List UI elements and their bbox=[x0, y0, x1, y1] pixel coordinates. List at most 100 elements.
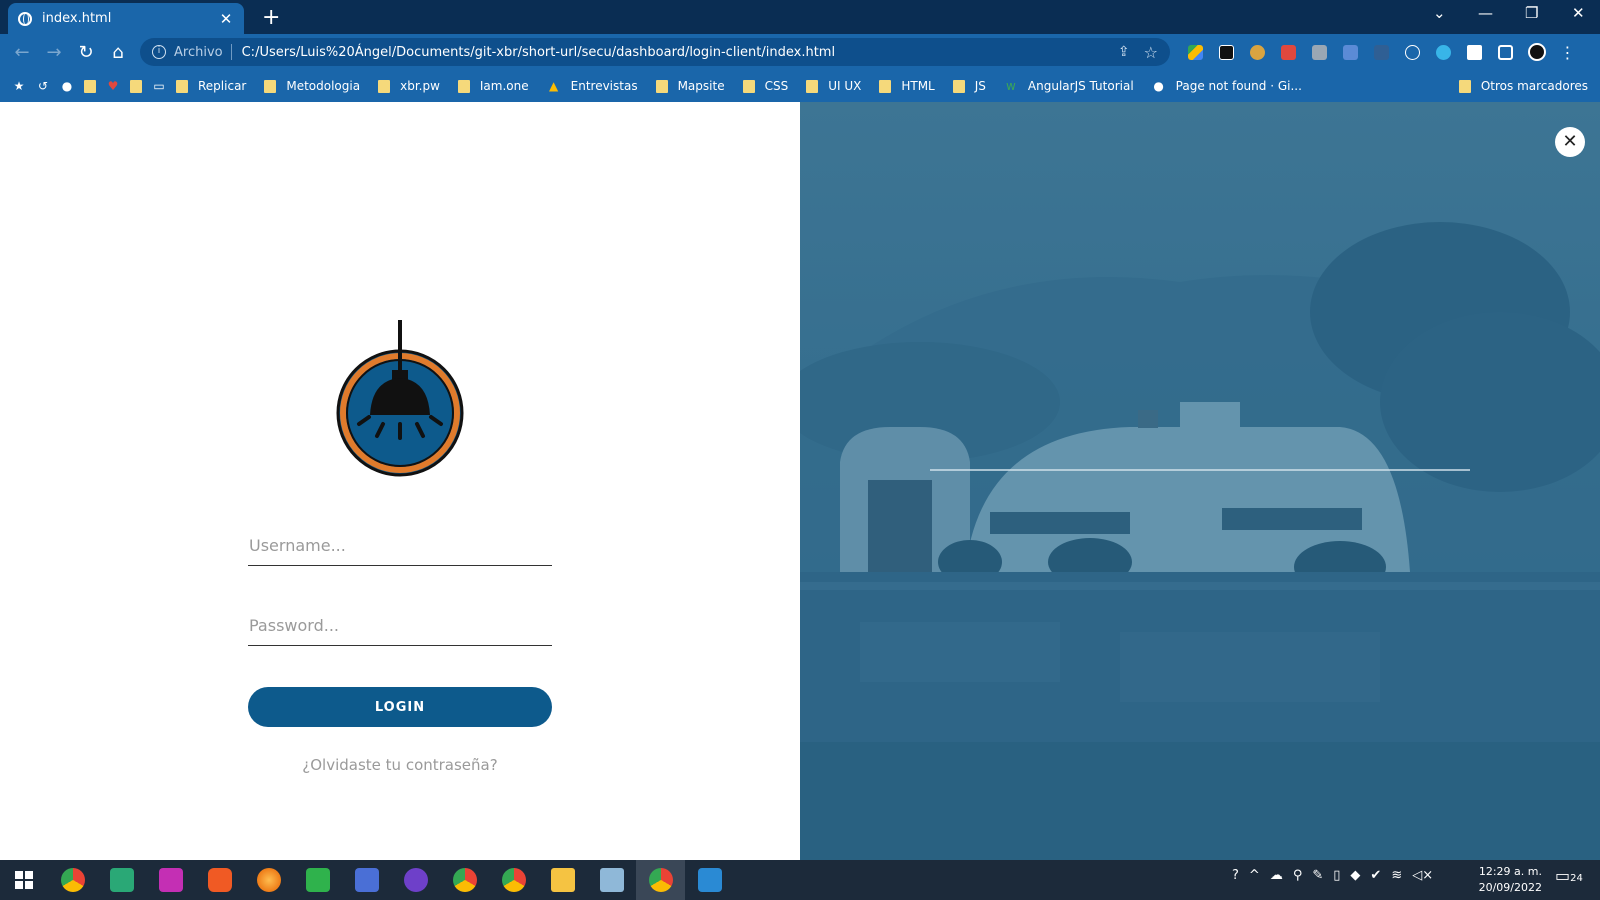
bookmark-page-not-found[interactable]: ● Page not found · Gi... bbox=[1152, 79, 1302, 93]
notification-center-icon[interactable]: ▭24 bbox=[1555, 866, 1583, 892]
system-clock[interactable]: 12:29 a. m. 20/09/2022 bbox=[1470, 864, 1542, 896]
puzzle-extension-icon[interactable] bbox=[1459, 40, 1490, 64]
bookmark-js[interactable]: JS bbox=[952, 79, 986, 93]
address-url[interactable]: C:/Users/Luis%20Ángel/Documents/git-xbr/… bbox=[242, 45, 1108, 60]
globe-bookmark-icon[interactable]: ● bbox=[60, 79, 74, 93]
home-icon[interactable]: ⌂ bbox=[102, 36, 134, 68]
globe-icon bbox=[18, 11, 32, 26]
chrome-active-icon[interactable] bbox=[636, 860, 685, 900]
brave-icon[interactable] bbox=[195, 860, 244, 900]
hero-image-panel bbox=[800, 102, 1600, 860]
login-button[interactable]: LOGIN bbox=[248, 687, 552, 727]
bookmark-html[interactable]: HTML bbox=[879, 79, 935, 93]
heart-icon[interactable]: ♥ bbox=[106, 79, 120, 93]
tab-search-chevron-icon[interactable]: ⌄ bbox=[1433, 4, 1446, 22]
folder-icon[interactable] bbox=[84, 79, 96, 93]
folder-icon bbox=[1458, 79, 1471, 93]
volume-muted-icon[interactable]: ◁× bbox=[1412, 868, 1433, 883]
bookmark-angularjs[interactable]: w AngularJS Tutorial bbox=[1004, 79, 1134, 93]
extension-bar: ⋮ bbox=[1180, 40, 1583, 64]
reader-extension-icon[interactable] bbox=[1366, 40, 1397, 64]
vscode-icon[interactable] bbox=[685, 860, 734, 900]
battery-icon[interactable]: ▯ bbox=[1333, 868, 1340, 883]
drive-icon: ▲ bbox=[549, 79, 559, 93]
bookmarks-bar: ★ ↺ ● ♥ ▭ Replicar Metodologia xbr.pw Ia… bbox=[0, 70, 1600, 102]
other-bookmarks[interactable]: Otros marcadores bbox=[1458, 79, 1588, 93]
minimize-icon[interactable]: — bbox=[1478, 4, 1493, 22]
browser-tab[interactable]: index.html ✕ bbox=[8, 3, 244, 34]
info-icon[interactable]: i bbox=[152, 45, 166, 59]
reload-icon[interactable]: ↻ bbox=[70, 36, 102, 68]
chrome-icon[interactable] bbox=[489, 860, 538, 900]
forward-icon[interactable]: → bbox=[38, 36, 70, 68]
bookmark-mapsite[interactable]: Mapsite bbox=[655, 79, 725, 93]
cloud-icon[interactable]: ☁ bbox=[1270, 868, 1283, 883]
address-bar[interactable]: i Archivo C:/Users/Luis%20Ángel/Document… bbox=[140, 38, 1170, 66]
bookmark-xbr[interactable]: xbr.pw bbox=[378, 79, 440, 93]
folder-icon bbox=[655, 79, 668, 93]
login-pane: LOGIN ¿Olvidaste tu contraseña? bbox=[0, 102, 800, 860]
address-scheme: Archivo bbox=[174, 44, 223, 60]
system-tray: ? ^ ☁ ⚲ ✎ ▯ ◆ ✔ ≋ ◁× bbox=[1232, 868, 1433, 883]
defender-icon[interactable]: ✔ bbox=[1370, 868, 1381, 883]
help-icon[interactable]: ? bbox=[1232, 868, 1239, 883]
shield-extension-icon[interactable] bbox=[1304, 40, 1335, 64]
bookmark-css[interactable]: CSS bbox=[742, 79, 788, 93]
window-close-icon[interactable]: ✕ bbox=[1572, 4, 1585, 22]
purple-app-icon[interactable] bbox=[146, 860, 195, 900]
star-bookmark-icon[interactable]: ★ bbox=[12, 79, 26, 93]
restore-icon[interactable]: ❐ bbox=[1525, 4, 1538, 22]
sync-extension-icon[interactable] bbox=[1428, 40, 1459, 64]
bookmark-iam[interactable]: Iam.one bbox=[457, 79, 529, 93]
drive-extension-icon[interactable] bbox=[1180, 40, 1211, 64]
folder-icon bbox=[806, 79, 819, 93]
w3-icon: w bbox=[1005, 79, 1016, 93]
wifi-icon[interactable]: ≋ bbox=[1391, 868, 1402, 883]
green-app-icon[interactable] bbox=[97, 860, 146, 900]
share-icon[interactable]: ⇪ bbox=[1118, 44, 1130, 60]
back-icon[interactable]: ← bbox=[6, 36, 38, 68]
usb-icon[interactable]: ⚲ bbox=[1293, 868, 1303, 883]
chrome-profile-icon[interactable] bbox=[48, 860, 97, 900]
translate-extension-icon[interactable] bbox=[1335, 40, 1366, 64]
mail-extension-icon[interactable] bbox=[1211, 40, 1242, 64]
menu-icon[interactable]: ⋮ bbox=[1552, 40, 1583, 64]
folder-icon bbox=[879, 79, 892, 93]
bookmark-metodologia[interactable]: Metodologia bbox=[264, 79, 360, 93]
github-icon: ● bbox=[1153, 79, 1164, 93]
security-shield-icon[interactable]: ◆ bbox=[1350, 868, 1360, 883]
folder-icon bbox=[176, 79, 188, 93]
bookmark-entrevistas[interactable]: ▲ Entrevistas bbox=[547, 79, 638, 93]
tag-extension-icon[interactable] bbox=[1273, 40, 1304, 64]
chrome-dev-icon[interactable] bbox=[440, 860, 489, 900]
sidebar-icon[interactable] bbox=[1490, 40, 1521, 64]
username-input[interactable] bbox=[248, 526, 552, 565]
close-tab-icon[interactable]: ✕ bbox=[218, 10, 234, 28]
password-field bbox=[248, 606, 552, 646]
pen-app-icon[interactable] bbox=[342, 860, 391, 900]
notepad-icon[interactable] bbox=[293, 860, 342, 900]
bookmark-replicar[interactable]: Replicar bbox=[176, 79, 246, 93]
file-explorer-icon[interactable] bbox=[538, 860, 587, 900]
close-panel-icon[interactable]: ✕ bbox=[1555, 127, 1585, 157]
clock-time: 12:29 a. m. bbox=[1478, 865, 1542, 878]
chevron-up-icon[interactable]: ^ bbox=[1249, 868, 1260, 883]
forgot-password-link[interactable]: ¿Olvidaste tu contraseña? bbox=[248, 756, 552, 774]
windows-start-icon[interactable] bbox=[0, 860, 48, 900]
cookie-extension-icon[interactable] bbox=[1242, 40, 1273, 64]
notes-app-icon[interactable] bbox=[587, 860, 636, 900]
password-input[interactable] bbox=[248, 606, 552, 645]
bookmark-star-icon[interactable]: ☆ bbox=[1144, 43, 1158, 62]
camera-icon[interactable]: ▭ bbox=[152, 79, 166, 93]
folder-icon bbox=[742, 79, 755, 93]
profile-avatar-icon[interactable] bbox=[1521, 40, 1552, 64]
firefox-icon[interactable] bbox=[244, 860, 293, 900]
ime-icon[interactable]: ✎ bbox=[1312, 868, 1323, 883]
hp-extension-icon[interactable] bbox=[1397, 40, 1428, 64]
lamp-logo-icon bbox=[336, 320, 464, 477]
github-desktop-icon[interactable] bbox=[391, 860, 440, 900]
folder-icon[interactable] bbox=[130, 79, 142, 93]
new-tab-button[interactable]: + bbox=[262, 5, 280, 30]
bookmark-ui-ux[interactable]: UI UX bbox=[806, 79, 861, 93]
history-icon[interactable]: ↺ bbox=[36, 79, 50, 93]
